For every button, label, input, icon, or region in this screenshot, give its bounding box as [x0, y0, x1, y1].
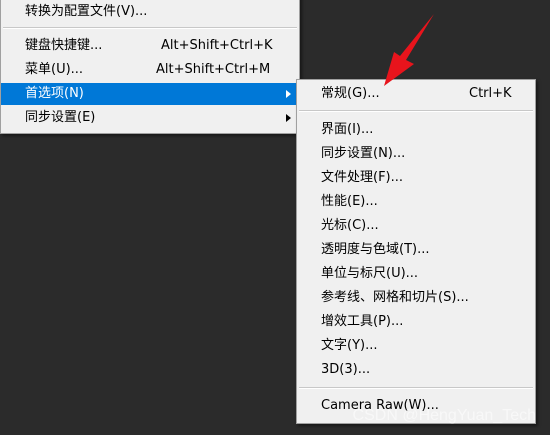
menu-item-label: 菜单(U)...	[25, 62, 84, 77]
submenu-item-plugins[interactable]: 增效工具(P)...	[297, 311, 535, 333]
menu-item-label: 首选项(N)	[25, 86, 84, 101]
menu-item-label: 文字(Y)...	[321, 338, 378, 353]
submenu-arrow-icon	[286, 90, 291, 98]
submenu-item-guides-grid-slices[interactable]: 参考线、网格和切片(S)...	[297, 287, 535, 309]
menu-separator	[299, 387, 533, 389]
edit-menu: 转换为配置文件(V)... 键盘快捷键... Alt+Shift+Ctrl+K …	[0, 0, 300, 134]
menu-item-convert-to-preset[interactable]: 转换为配置文件(V)...	[1, 1, 299, 23]
menu-item-label: 文件处理(F)...	[321, 170, 404, 185]
menu-item-shortcut: Alt+Shift+Ctrl+K	[161, 38, 273, 53]
menu-item-label: 增效工具(P)...	[321, 314, 404, 329]
menu-item-shortcut: Ctrl+K	[469, 86, 512, 101]
menu-item-keyboard-shortcuts[interactable]: 键盘快捷键... Alt+Shift+Ctrl+K	[1, 35, 299, 57]
submenu-item-transparency-gamut[interactable]: 透明度与色域(T)...	[297, 239, 535, 261]
preferences-submenu: 常规(G)... Ctrl+K 界面(I)... 同步设置(N)... 文件处理…	[296, 79, 536, 424]
submenu-item-type[interactable]: 文字(Y)...	[297, 335, 535, 357]
menu-item-label: 参考线、网格和切片(S)...	[321, 290, 469, 305]
menu-item-label: 光标(C)...	[321, 218, 379, 233]
menu-item-label: 同步设置(N)...	[321, 146, 406, 161]
menu-item-label: 单位与标尺(U)...	[321, 266, 419, 281]
watermark: CSDN @HengYuan_Tech	[352, 407, 536, 424]
menu-item-preferences[interactable]: 首选项(N)	[1, 83, 299, 105]
submenu-item-interface[interactable]: 界面(I)...	[297, 119, 535, 141]
menu-item-sync-settings[interactable]: 同步设置(E)	[1, 107, 299, 129]
menu-item-menus[interactable]: 菜单(U)... Alt+Shift+Ctrl+M	[1, 59, 299, 81]
submenu-item-units-rulers[interactable]: 单位与标尺(U)...	[297, 263, 535, 285]
submenu-item-file-handling[interactable]: 文件处理(F)...	[297, 167, 535, 189]
annotation-arrow-icon	[384, 14, 434, 86]
menu-item-label: 性能(E)...	[321, 194, 378, 209]
menu-separator	[3, 27, 297, 29]
menu-item-label: 界面(I)...	[321, 122, 374, 137]
menu-item-label: 常规(G)...	[321, 86, 380, 101]
menu-item-label: 键盘快捷键...	[25, 38, 103, 53]
menu-item-label: 透明度与色域(T)...	[321, 242, 430, 257]
menu-item-shortcut: Alt+Shift+Ctrl+M	[156, 62, 271, 77]
menu-item-label: 3D(3)...	[321, 362, 371, 377]
submenu-arrow-icon	[286, 114, 291, 122]
submenu-item-performance[interactable]: 性能(E)...	[297, 191, 535, 213]
submenu-item-sync-settings[interactable]: 同步设置(N)...	[297, 143, 535, 165]
submenu-item-cursors[interactable]: 光标(C)...	[297, 215, 535, 237]
submenu-item-3d[interactable]: 3D(3)...	[297, 359, 535, 381]
menu-separator	[299, 110, 533, 112]
menu-item-label: 同步设置(E)	[25, 110, 96, 125]
menu-item-label: 转换为配置文件(V)...	[25, 4, 148, 19]
